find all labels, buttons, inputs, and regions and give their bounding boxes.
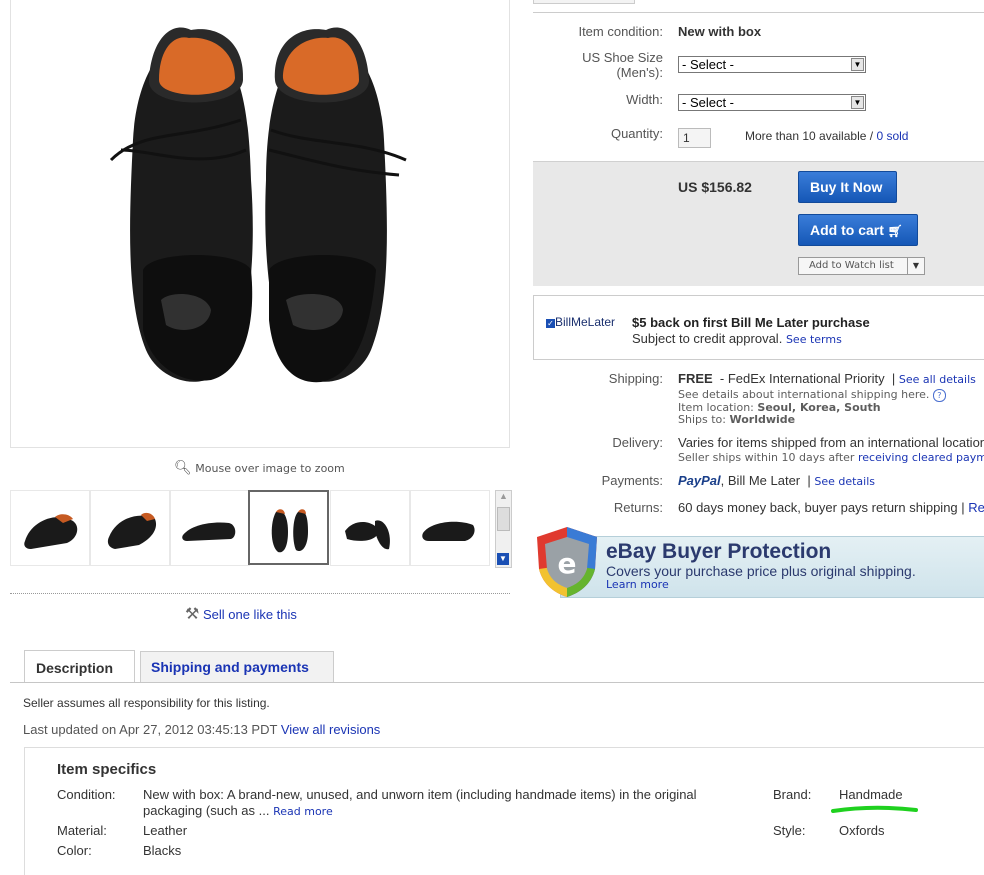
- spec-material-value: Leather: [143, 823, 188, 838]
- spec-material-key: Material:: [57, 823, 107, 838]
- view-all-revisions-link[interactable]: View all revisions: [281, 722, 380, 737]
- read-more-link[interactable]: Read more: [273, 805, 333, 818]
- spec-brand-key: Brand:: [773, 787, 812, 802]
- cart-icon: 🛒︎: [887, 224, 904, 238]
- thumbnail-2[interactable]: [90, 490, 170, 566]
- scroll-up-icon[interactable]: ▲: [496, 491, 511, 503]
- add-to-watch-list-button[interactable]: Add to Watch list ▼: [798, 257, 925, 275]
- shoe-right-image: [265, 27, 407, 383]
- price: US $156.82: [678, 179, 752, 195]
- thumbnail-1[interactable]: [10, 490, 90, 566]
- spec-condition-key: Condition:: [57, 787, 116, 802]
- buyer-protection-subtitle: Covers your purchase price plus original…: [606, 563, 916, 579]
- dropdown-arrow-icon[interactable]: ▼: [851, 96, 864, 109]
- learn-more-link[interactable]: Learn more: [606, 578, 669, 591]
- condition-value: New with box: [678, 24, 762, 39]
- ships-to: Ships to: Worldwide: [678, 413, 796, 426]
- shoe-size-label: US Shoe Size (Men's):: [582, 50, 663, 80]
- intl-shipping-note: See details about international shipping…: [678, 388, 946, 402]
- condition-label: Item condition:: [578, 24, 663, 39]
- cleared-payment-link[interactable]: receiving cleared payment: [858, 451, 984, 464]
- tab-divider: [10, 682, 984, 683]
- returns-value: 60 days money back, buyer pays return sh…: [678, 500, 984, 515]
- delivery-value: Varies for items shipped from an interna…: [678, 435, 984, 450]
- spec-color-key: Color:: [57, 843, 92, 858]
- width-label: Width:: [626, 92, 663, 107]
- returns-label: Returns:: [613, 500, 663, 515]
- sold-count-link[interactable]: 0 sold: [876, 129, 908, 143]
- buy-it-now-button[interactable]: Buy It Now: [798, 171, 897, 203]
- bill-me-later-logo: ✓BillMeLater: [546, 315, 616, 329]
- scroll-down-icon[interactable]: ▼: [497, 553, 509, 565]
- add-to-cart-button[interactable]: Add to cart 🛒︎: [798, 214, 918, 246]
- thumbnail-scrollbar[interactable]: ▲ ▼: [495, 490, 512, 568]
- scroll-thumb[interactable]: [497, 507, 510, 531]
- divider: [533, 12, 984, 13]
- shipping-value: FREE - FedEx International Priority | Se…: [678, 371, 976, 386]
- ebay-shield-icon: e: [533, 525, 601, 602]
- dropdown-arrow-icon[interactable]: ▼: [851, 58, 864, 71]
- magnifier-icon: 🔍︎: [174, 460, 192, 476]
- spec-color-value: Blacks: [143, 843, 182, 858]
- spec-brand-value: Handmade: [839, 787, 903, 802]
- item-specifics-title: Item specifics: [57, 761, 157, 778]
- gavel-icon: ⚒: [185, 606, 200, 623]
- zoom-hint: 🔍︎ Mouse over image to zoom: [174, 460, 345, 476]
- quantity-input[interactable]: 1: [678, 128, 711, 148]
- see-terms-link[interactable]: See terms: [786, 333, 842, 346]
- help-icon[interactable]: ?: [932, 389, 946, 402]
- thumbnail-3[interactable]: [170, 490, 250, 566]
- thumbnail-6[interactable]: [410, 490, 490, 566]
- seller-responsibility: Seller assumes all responsibility for th…: [23, 696, 270, 710]
- availability: More than 10 available / 0 sold: [745, 129, 909, 143]
- spec-condition-value: New with box: A brand-new, unused, and u…: [143, 787, 697, 818]
- payment-see-details-link[interactable]: See details: [814, 475, 875, 488]
- highlight-underline: [830, 804, 920, 819]
- main-product-image[interactable]: [10, 0, 510, 448]
- quantity-label: Quantity:: [610, 126, 663, 141]
- bml-subtitle: Subject to credit approval. See terms: [632, 331, 842, 346]
- bml-headline: $5 back on first Bill Me Later purchase: [632, 315, 870, 330]
- thumbnail-4-selected[interactable]: [248, 490, 329, 565]
- svg-text:e: e: [558, 547, 577, 580]
- width-select[interactable]: - Select - ▼: [678, 94, 866, 111]
- divider: [10, 593, 510, 594]
- spec-style-value: Oxfords: [839, 823, 885, 838]
- checkmark-icon: ✓: [546, 319, 555, 328]
- shipping-label: Shipping:: [608, 371, 663, 386]
- delivery-label: Delivery:: [612, 435, 663, 450]
- tab-shipping-and-payments[interactable]: Shipping and payments: [140, 651, 334, 683]
- paypal-logo: PayPal: [678, 473, 721, 488]
- tab-description[interactable]: Description: [24, 650, 135, 683]
- shoe-size-select[interactable]: - Select - ▼: [678, 56, 866, 73]
- payments-value: PayPal, Bill Me Later | See details: [678, 473, 876, 488]
- returns-read-more-link[interactable]: Read: [968, 500, 984, 515]
- watch-list-dropdown-icon[interactable]: ▼: [907, 258, 924, 274]
- shoe-left-image: [109, 27, 253, 382]
- thumbnail-5[interactable]: [330, 490, 410, 566]
- sell-one-like-this[interactable]: ⚒ Sell one like this: [185, 604, 297, 624]
- buyer-protection-title: eBay Buyer Protection: [606, 540, 832, 563]
- thumbnail-strip: [10, 490, 510, 566]
- delivery-note: Seller ships within 10 days after receiv…: [678, 451, 984, 464]
- top-tab-edge: [533, 0, 635, 4]
- see-all-details-link[interactable]: See all details: [899, 373, 976, 386]
- last-updated: Last updated on Apr 27, 2012 03:45:13 PD…: [23, 722, 381, 737]
- payments-label: Payments:: [601, 473, 663, 488]
- spec-style-key: Style:: [773, 823, 806, 838]
